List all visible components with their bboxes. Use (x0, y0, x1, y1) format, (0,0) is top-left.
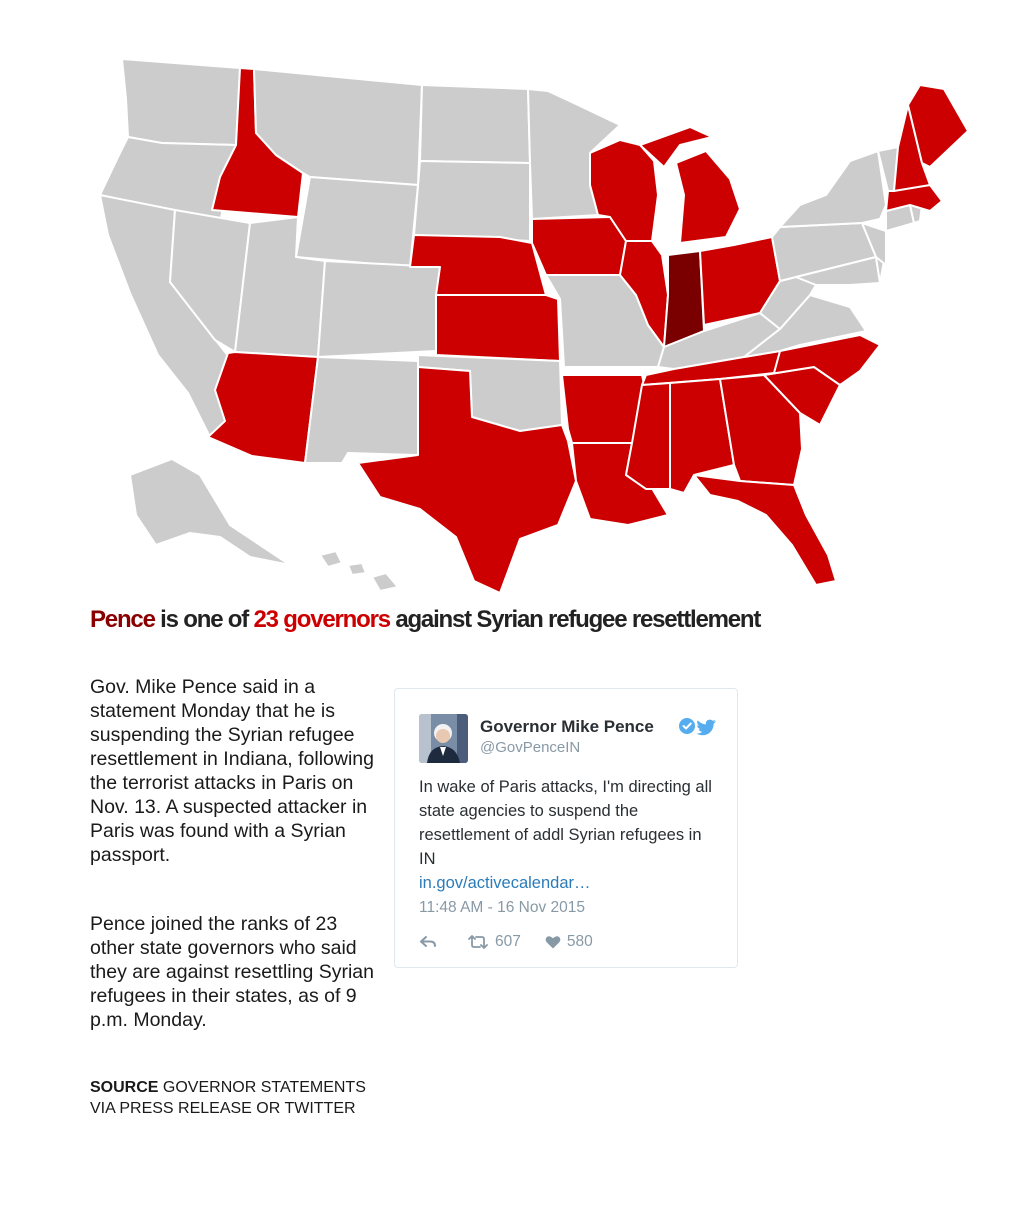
state-new-york (779, 150, 887, 228)
state-colorado (317, 260, 441, 358)
tweet-text: In wake of Paris attacks, I'm directing … (419, 775, 719, 895)
tweet-author-name[interactable]: Governor Mike Pence (480, 717, 654, 737)
badges (678, 716, 720, 736)
headline: Pence is one of 23 governors against Syr… (90, 606, 950, 634)
headline-pence: Pence (90, 606, 156, 633)
state-north-dakota (419, 84, 531, 164)
state-washington (121, 58, 241, 146)
reply-icon (420, 936, 436, 947)
reply-button[interactable] (419, 935, 443, 949)
state-iowa (531, 216, 627, 276)
state-new-mexico (304, 356, 419, 464)
state-arizona (207, 351, 319, 464)
tweet-author-handle[interactable]: @GovPenceIN (480, 739, 580, 756)
retweet-button[interactable]: 607 (467, 933, 521, 951)
state-kansas (435, 294, 561, 362)
source-note: SOURCE GOVERNOR STATEMENTS VIA PRESS REL… (90, 1077, 375, 1119)
retweet-count: 607 (495, 933, 521, 950)
like-count: 580 (566, 933, 593, 950)
state-florida (693, 474, 837, 586)
paragraph-1: Gov. Mike Pence said in a statement Mond… (90, 676, 374, 866)
headline-text-2: against Syrian refugee resettlement (389, 606, 761, 633)
state-hawaii (319, 550, 399, 592)
state-alaska (129, 458, 291, 566)
heart-icon (545, 936, 561, 949)
retweet-icon (468, 935, 488, 949)
headline-governors-count: 23 governors (253, 606, 392, 633)
tweet-actions: 607 580 (419, 932, 617, 952)
tweet-timestamp[interactable]: 11:48 AM - 16 Nov 2015 (419, 899, 585, 917)
source-label: SOURCE (90, 1079, 159, 1096)
headline-text-1: is one of (154, 606, 254, 633)
state-south-dakota (413, 160, 531, 242)
tweet-link[interactable]: in.gov/activecalendar… (419, 871, 719, 895)
embedded-tweet[interactable]: Governor Mike Pence @GovPenceIN In wake … (394, 688, 738, 968)
verified-icon (679, 718, 695, 734)
article-body: Gov. Mike Pence said in a statement Mond… (90, 675, 375, 1119)
tweet-body: In wake of Paris attacks, I'm directing … (419, 778, 712, 868)
avatar[interactable] (419, 714, 468, 763)
like-button[interactable]: 580 (545, 933, 593, 951)
state-wyoming (295, 176, 419, 268)
us-map (99, 58, 969, 594)
twitter-bird-icon[interactable] (696, 719, 716, 736)
paragraph-2: Pence joined the ranks of 23 other state… (90, 913, 374, 1031)
